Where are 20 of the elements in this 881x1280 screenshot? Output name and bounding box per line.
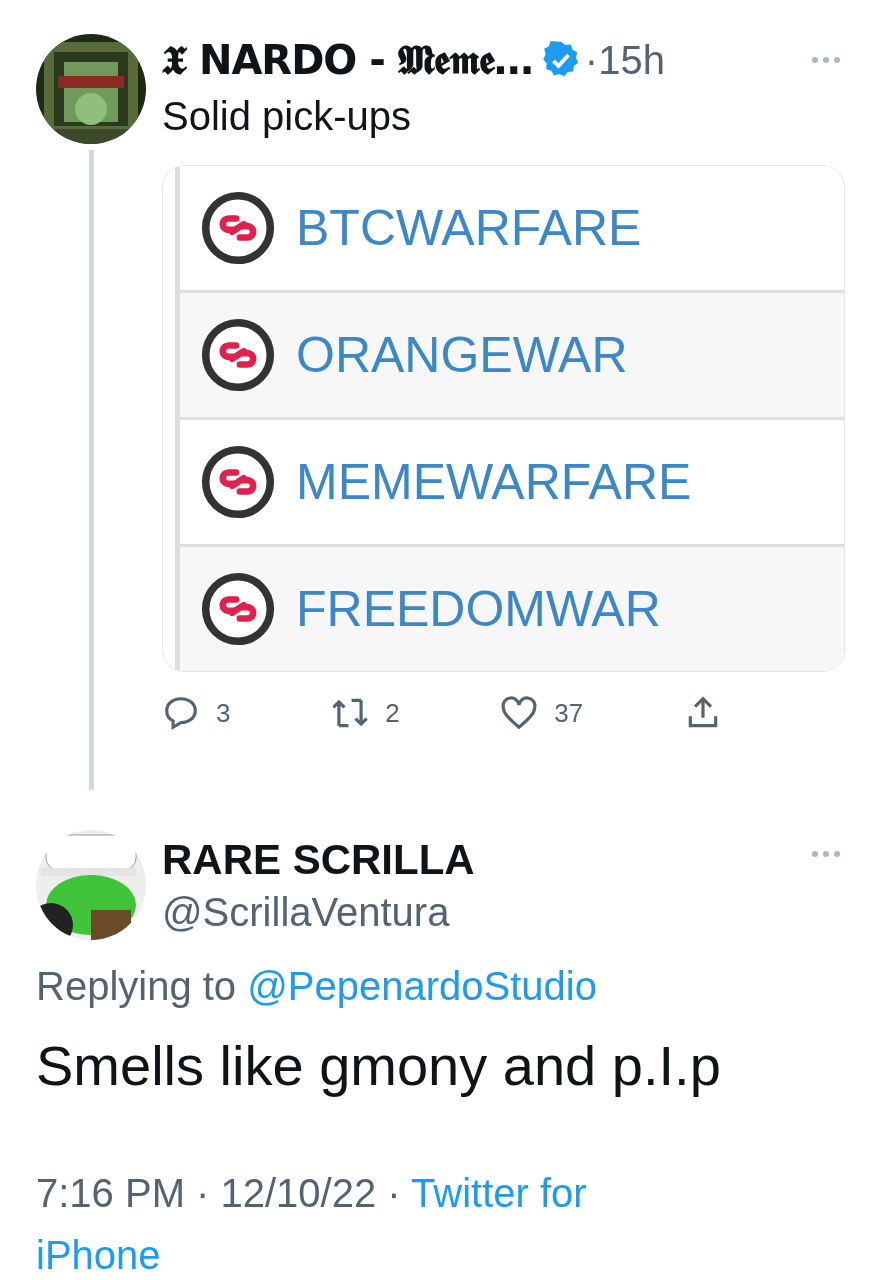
- action-count: 3: [216, 697, 231, 729]
- author-name[interactable]: 𝖃 NARDO - 𝕸𝖊𝖒𝖊…: [162, 36, 533, 84]
- replying-label: Replying to: [36, 964, 237, 1008]
- user-handle[interactable]: @ScrillaVentura: [162, 889, 475, 935]
- timestamp-line: 7:16 PM · 12/10/22 · Twitter for iPhone: [36, 1170, 588, 1279]
- tweet-text: Solid pick-ups: [162, 94, 412, 139]
- reply-icon[interactable]: [162, 694, 200, 732]
- link-icon: [200, 444, 276, 520]
- link-icon: [200, 317, 276, 393]
- action-count: 37: [554, 697, 584, 729]
- reply-text: Smells like gmony and p.I.p: [36, 1033, 722, 1098]
- action-count: 2: [385, 697, 400, 729]
- link-icon: [200, 190, 276, 266]
- tweet-time: ·15h: [584, 37, 665, 83]
- user-name[interactable]: RARE SCRILLA: [162, 835, 475, 884]
- link-icon: [200, 571, 276, 647]
- heart-icon[interactable]: [500, 694, 539, 732]
- mention-link[interactable]: @PepenardoStudio: [247, 964, 597, 1008]
- card-link[interactable]: MEMEWARFARE: [296, 453, 692, 511]
- card-link[interactable]: BTCWARFARE: [296, 199, 642, 257]
